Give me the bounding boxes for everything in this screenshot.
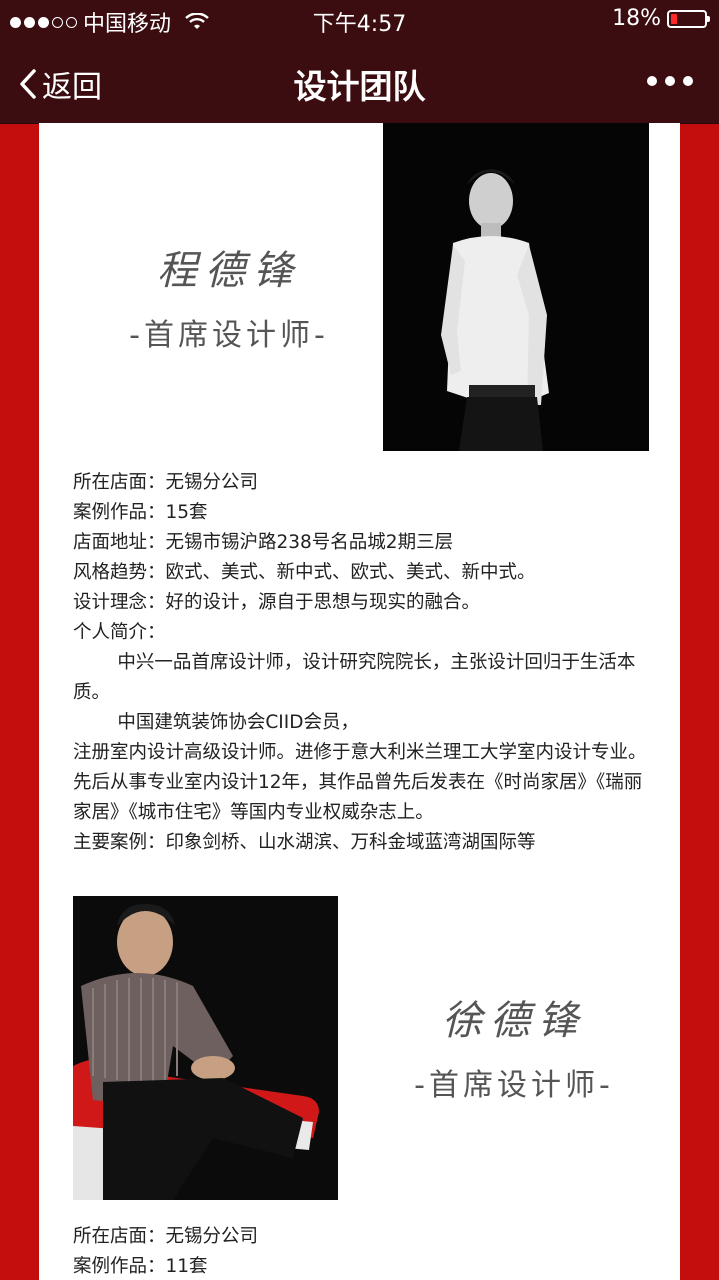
bio-text: 中国建筑装饰协会CIID会员，	[117, 712, 359, 733]
designer-portrait-image	[383, 123, 649, 451]
designer-photo	[383, 123, 649, 451]
designer-info: 所在店面：无锡分公司 案例作品：11套	[73, 1222, 653, 1280]
more-dot-icon	[665, 76, 675, 86]
store-text: 所在店面：无锡分公司	[73, 472, 259, 493]
main-cases-text: 主要案例：印象剑桥、山水湖滨、万科金域蓝湾湖国际等	[73, 832, 536, 853]
designer-name-block: 程德锋 -首席设计师-	[89, 238, 369, 354]
battery-icon	[667, 9, 710, 28]
designer-name: 徐德锋	[442, 998, 586, 1044]
status-bar: 中国移动 下午4:57 18%	[0, 0, 719, 40]
designer-info: 所在店面：无锡分公司 案例作品：15套 店面地址：无锡市锡沪路238号名品城2期…	[73, 468, 653, 858]
designer-portrait-image	[73, 896, 338, 1200]
philosophy-text: 设计理念：好的设计，源自于思想与现实的融合。	[73, 592, 481, 613]
nav-bar: 返回 设计团队	[0, 40, 719, 123]
designer-list: 程德锋 -首席设计师- 所在店面：无锡分公司 案例作品：15套 店面地址：无锡市…	[39, 123, 680, 1280]
bio-label: 个人简介：	[73, 622, 166, 643]
more-dot-icon	[683, 76, 693, 86]
style-text: 风格趋势：欧式、美式、新中式、欧式、美式、新中式。	[73, 562, 536, 583]
designer-name: 程德锋	[157, 248, 301, 294]
designer-name-block: 徐德锋 -首席设计师-	[384, 988, 644, 1104]
cases-text: 案例作品：15套	[73, 502, 208, 523]
cases-text: 案例作品：11套	[73, 1256, 208, 1277]
address-text: 店面地址：无锡市锡沪路238号名品城2期三层	[73, 532, 454, 553]
more-menu-button[interactable]	[647, 76, 693, 86]
store-text: 所在店面：无锡分公司	[73, 1226, 259, 1247]
bio-text: 中兴一品首席设计师，设计研究院院长，主张设计回归于生活本质。	[73, 652, 636, 703]
bio-text: 注册室内设计高级设计师。进修于意大利米兰理工大学室内设计专业。先后从事专业室内设…	[73, 742, 647, 823]
designer-role: -首席设计师-	[129, 318, 329, 353]
designer-role: -首席设计师-	[414, 1068, 614, 1103]
designer-photo	[73, 896, 338, 1200]
header: 中国移动 下午4:57 18% 返回 设计团队	[0, 0, 719, 124]
battery-percent: 18%	[612, 6, 661, 31]
page-title: 设计团队	[293, 67, 426, 106]
more-dot-icon	[647, 76, 657, 86]
